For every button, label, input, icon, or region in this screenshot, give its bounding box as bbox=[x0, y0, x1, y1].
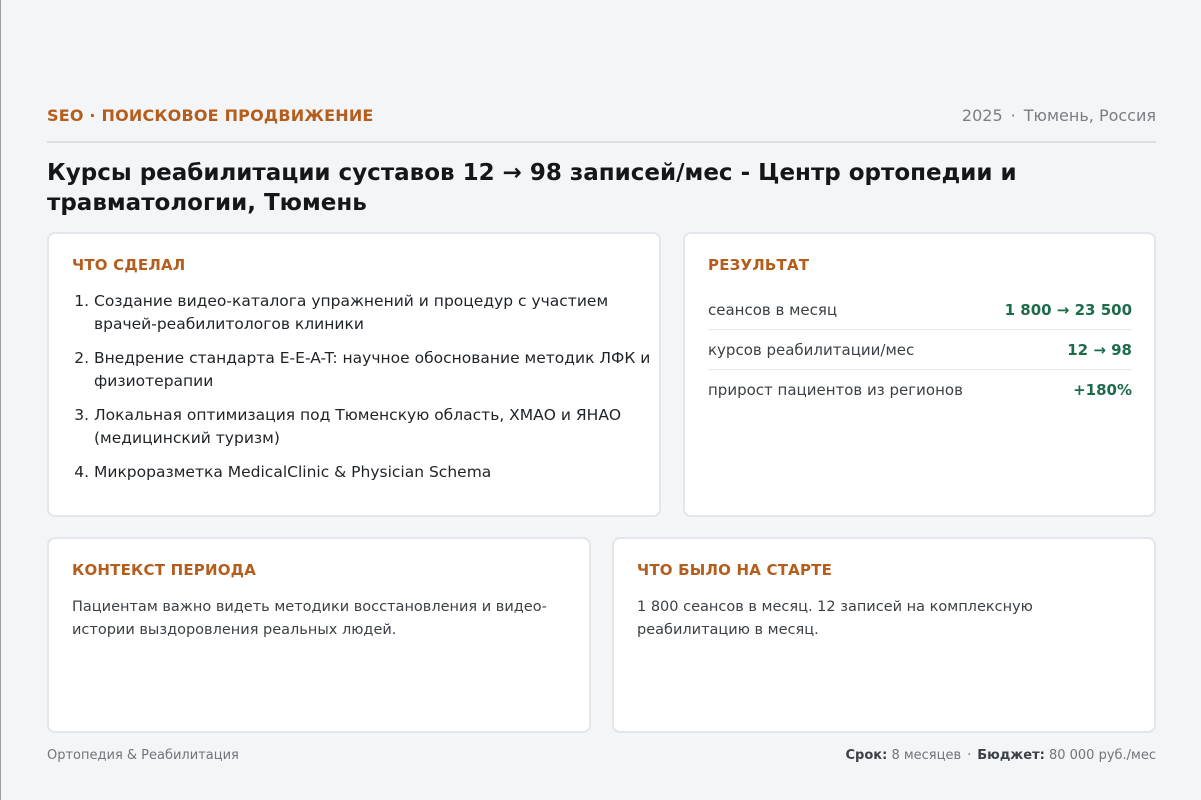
metrics-list: сеансов в месяц 1 800 → 23 500 курсов ре… bbox=[708, 290, 1132, 409]
start-card: ЧТО БЫЛО НА СТАРТЕ 1 800 сеансов в месяц… bbox=[612, 537, 1156, 733]
budget-value: 80 000 руб./мес bbox=[1048, 748, 1156, 763]
done-list: Создание видео-каталога упражнений и про… bbox=[72, 290, 664, 495]
metric-label: сеансов в месяц bbox=[708, 300, 838, 319]
terms: Срок: 8 месяцев · Бюджет: 80 000 руб./мес bbox=[845, 748, 1156, 763]
metric-row: прирост пациентов из регионов +180% bbox=[708, 370, 1132, 409]
result-card-title: РЕЗУЛЬТАТ bbox=[708, 256, 810, 274]
context-card: КОНТЕКСТ ПЕРИОДА Пациентам важно видеть … bbox=[47, 537, 591, 733]
budget-label: Бюджет: bbox=[977, 748, 1045, 763]
metric-value: 1 800 → 23 500 bbox=[1004, 300, 1132, 319]
start-text: 1 800 сеансов в месяц. 12 записей на ком… bbox=[637, 599, 1033, 638]
year-label: 2025 bbox=[961, 106, 1003, 125]
term-value: 8 месяцев bbox=[891, 748, 962, 763]
done-card: ЧТО СДЕЛАЛ Создание видео-каталога упраж… bbox=[47, 232, 661, 517]
list-item: Внедрение стандарта E-E-A-T: научное обо… bbox=[94, 347, 664, 393]
context-card-title: КОНТЕКСТ ПЕРИОДА bbox=[72, 561, 257, 579]
term-label: Срок: bbox=[845, 748, 888, 763]
meta-separator: · bbox=[1010, 106, 1016, 125]
metric-label: прирост пациентов из регионов bbox=[708, 380, 963, 399]
metric-value: +180% bbox=[1073, 380, 1132, 399]
context-text: Пациентам важно видеть методики восстано… bbox=[72, 599, 547, 638]
page-title: Курсы реабилитации суставов 12 → 98 запи… bbox=[47, 160, 1017, 216]
metric-label: курсов реабилитации/мес bbox=[708, 340, 915, 359]
metric-row: сеансов в месяц 1 800 → 23 500 bbox=[708, 290, 1132, 330]
list-item: Создание видео-каталога упражнений и про… bbox=[94, 290, 664, 336]
location-label: Тюмень, Россия bbox=[1023, 106, 1156, 125]
case-header: SEO · ПОИСКОВОЕ ПРОДВИЖЕНИЕ 2025 · Тюмень,… bbox=[47, 104, 1156, 143]
done-card-title: ЧТО СДЕЛАЛ bbox=[72, 256, 186, 274]
metric-value: 12 → 98 bbox=[1067, 340, 1132, 359]
start-card-title: ЧТО БЫЛО НА СТАРТЕ bbox=[637, 561, 833, 579]
list-item: Локальная оптимизация под Тюменскую обла… bbox=[94, 404, 664, 450]
footer-separator: · bbox=[967, 748, 972, 763]
result-card: РЕЗУЛЬТАТ сеансов в месяц 1 800 → 23 500… bbox=[683, 232, 1156, 517]
category-label: SEO · ПОИСКОВОЕ ПРОДВИЖЕНИЕ bbox=[47, 106, 374, 125]
case-meta: 2025 · Тюмень, Россия bbox=[962, 106, 1156, 125]
industry-label: Ортопедия & Реабилитация bbox=[47, 748, 239, 763]
list-item: Микроразметка MedicalClinic & Physician … bbox=[94, 461, 664, 484]
metric-row: курсов реабилитации/мес 12 → 98 bbox=[708, 330, 1132, 370]
